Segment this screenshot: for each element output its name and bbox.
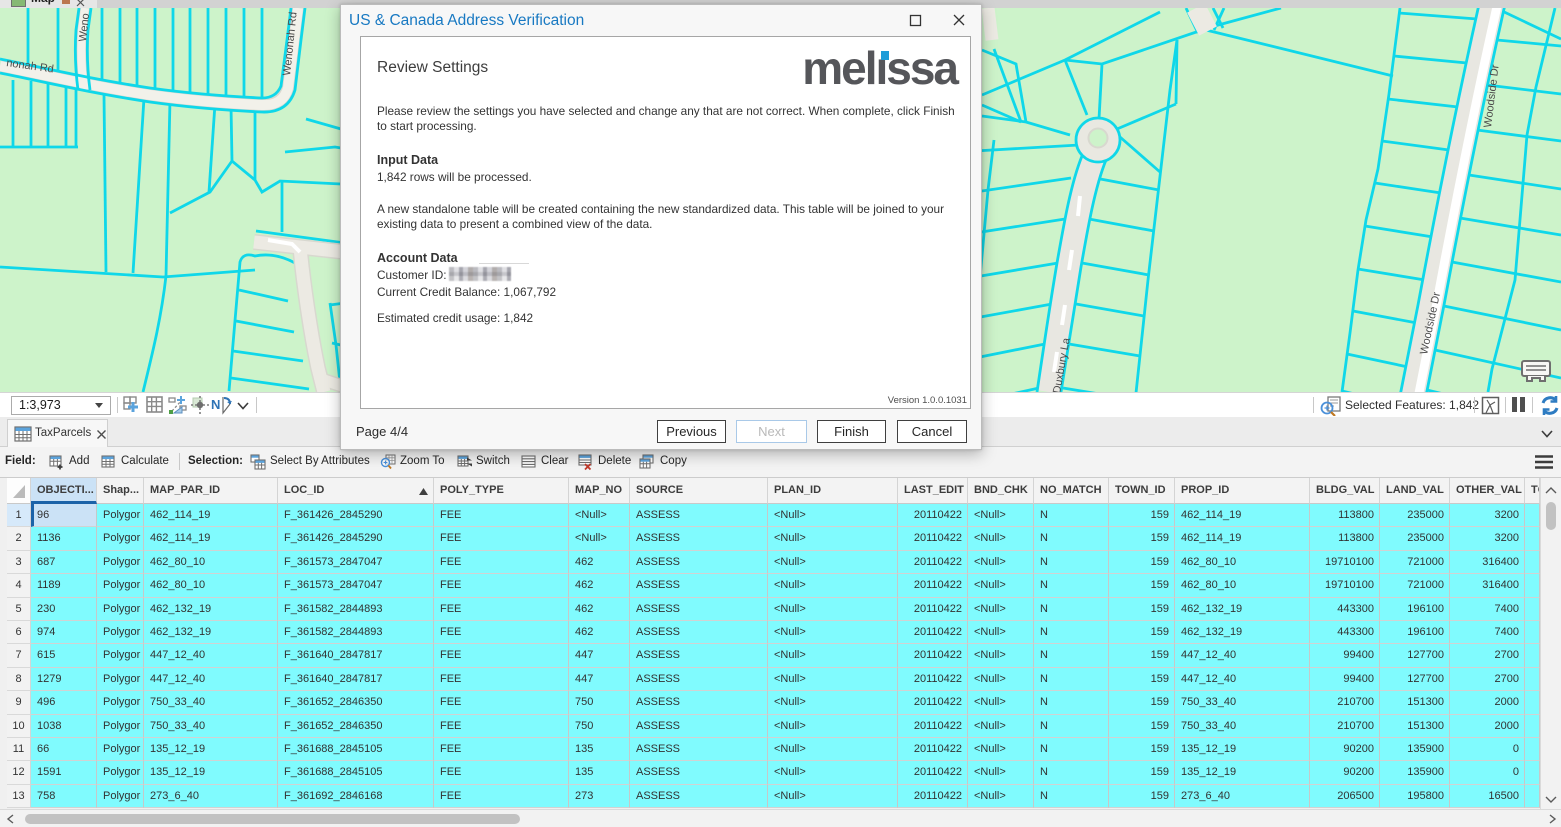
svg-text:N: N xyxy=(211,397,220,412)
